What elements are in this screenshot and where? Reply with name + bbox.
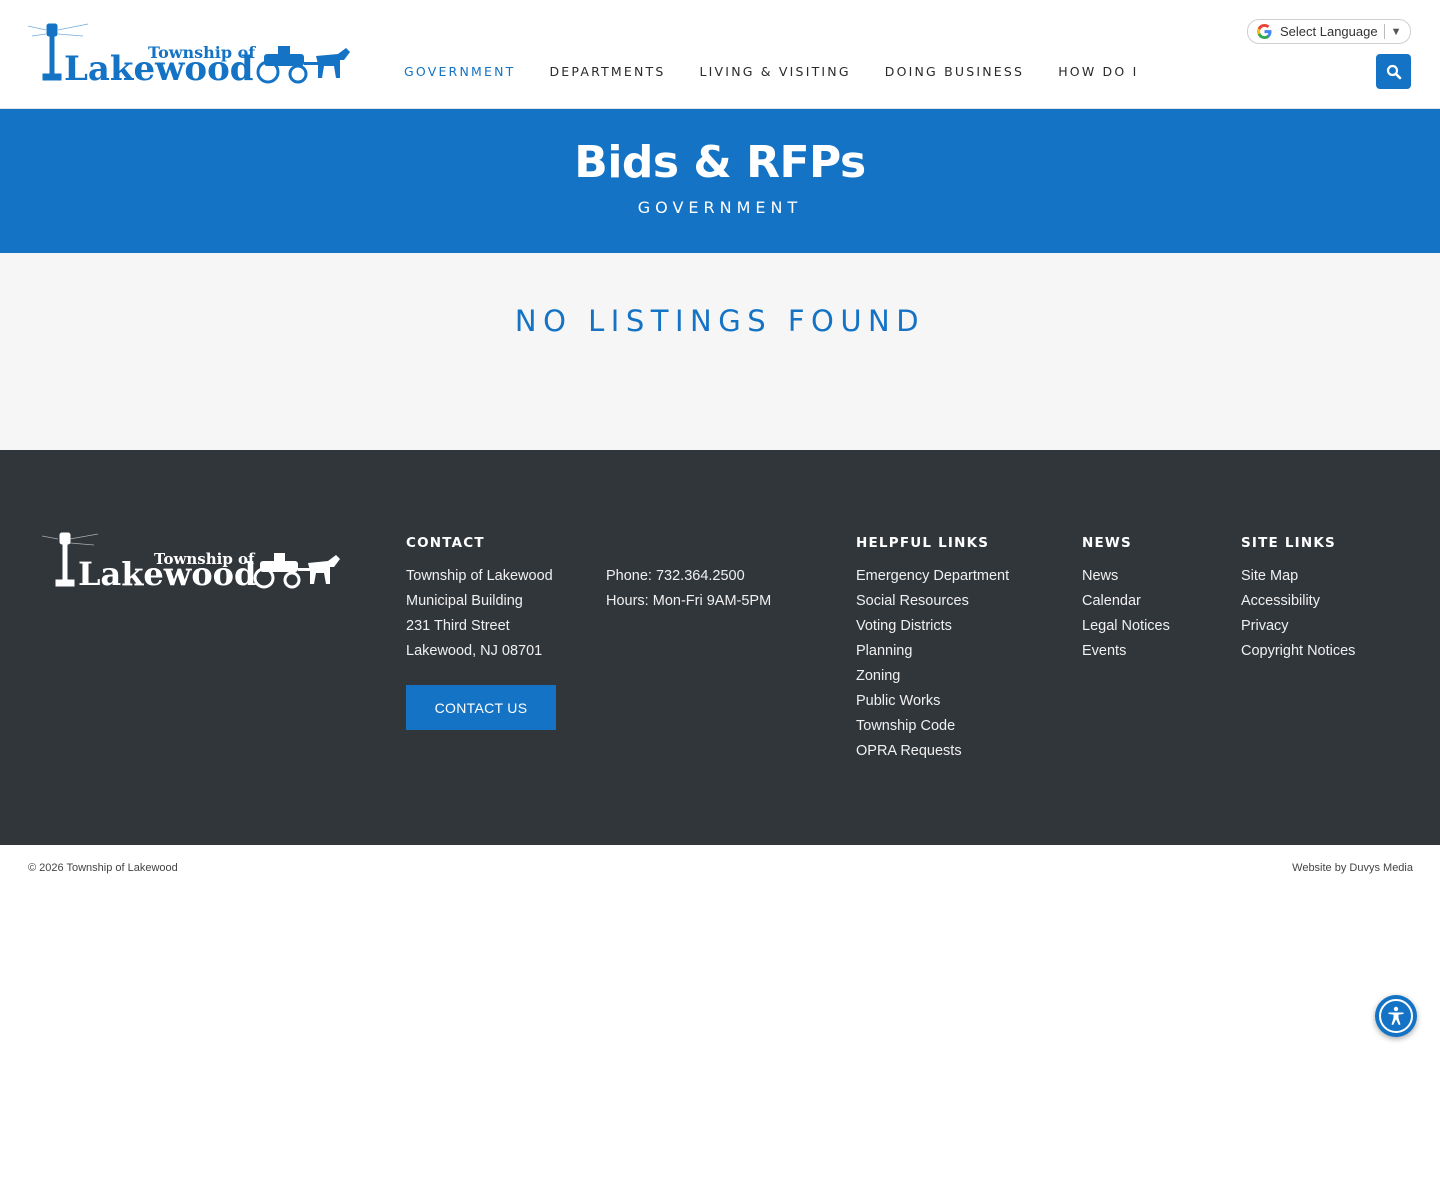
accessibility-ring xyxy=(1379,999,1413,1033)
footer-link-social-resources[interactable]: Social Resources xyxy=(856,589,1009,614)
footer-news-links: News Calendar Legal Notices Events xyxy=(1082,564,1170,664)
accessibility-button[interactable] xyxy=(1375,995,1417,1037)
footer-helpful-links-heading: HELPFUL LINKS xyxy=(856,535,990,551)
listings-area: NO LISTINGS FOUND xyxy=(0,253,1440,450)
phone-number[interactable]: Phone: 732.364.2500 xyxy=(606,564,771,589)
language-selector[interactable]: Select Language ▼ xyxy=(1247,19,1411,44)
main-nav: GOVERNMENT DEPARTMENTS LIVING & VISITING… xyxy=(404,64,1172,79)
site-logo[interactable]: Township of Lakewood xyxy=(28,18,350,86)
footer-link-planning[interactable]: Planning xyxy=(856,639,1009,664)
footer-helpful-links: Emergency Department Social Resources Vo… xyxy=(856,564,1009,764)
language-label: Select Language xyxy=(1280,24,1378,39)
bottom-bar: © 2026 Township of Lakewood Website by D… xyxy=(0,845,1440,895)
footer-link-privacy[interactable]: Privacy xyxy=(1241,614,1355,639)
footer-link-accessibility[interactable]: Accessibility xyxy=(1241,589,1355,614)
footer-site-links-heading: SITE LINKS xyxy=(1241,535,1336,551)
footer-link-events[interactable]: Events xyxy=(1082,639,1170,664)
dropdown-arrow-icon: ▼ xyxy=(1390,25,1402,38)
contact-us-button[interactable]: CONTACT US xyxy=(406,685,556,730)
page-section-label: GOVERNMENT xyxy=(637,198,803,217)
footer-link-copyright-notices[interactable]: Copyright Notices xyxy=(1241,639,1355,664)
search-button[interactable] xyxy=(1376,54,1411,89)
footer-contact-heading: CONTACT xyxy=(406,535,485,551)
copyright-text: © 2026 Township of Lakewood xyxy=(28,862,178,874)
address-line: 231 Third Street xyxy=(406,618,510,634)
nav-how-do-i[interactable]: HOW DO I xyxy=(1058,64,1138,79)
footer-link-township-code[interactable]: Township Code xyxy=(856,714,1009,739)
footer-link-calendar[interactable]: Calendar xyxy=(1082,589,1170,614)
footer-link-zoning[interactable]: Zoning xyxy=(856,664,1009,689)
address-line: Lakewood, NJ 08701 xyxy=(406,643,543,659)
site-header: Township of Lakewood GOVERNMENT DEPARTME… xyxy=(0,0,1440,109)
site-credit-link[interactable]: Website by Duvys Media xyxy=(1292,862,1413,874)
divider xyxy=(1383,24,1385,39)
page-title: Bids & RFPs xyxy=(574,137,866,188)
footer-phone-hours: Phone: 732.364.2500 Hours: Mon-Fri 9AM-5… xyxy=(606,564,771,614)
address-line: Municipal Building xyxy=(406,593,523,609)
footer-link-public-works[interactable]: Public Works xyxy=(856,689,1009,714)
logo-line2: Lakewood xyxy=(64,49,254,86)
footer-link-news[interactable]: News xyxy=(1082,564,1170,589)
footer-link-legal-notices[interactable]: Legal Notices xyxy=(1082,614,1170,639)
nav-living-visiting[interactable]: LIVING & VISITING xyxy=(700,64,851,79)
site-footer: Township of Lakewood CONTACT Township of… xyxy=(0,450,1440,845)
footer-site-links: Site Map Accessibility Privacy Copyright… xyxy=(1241,564,1355,664)
footer-logo[interactable]: Township of Lakewood xyxy=(41,530,342,593)
footer-logo-line2: Lakewood xyxy=(78,555,256,590)
office-hours: Hours: Mon-Fri 9AM-5PM xyxy=(606,593,772,609)
accessibility-person-icon xyxy=(1388,1006,1404,1025)
footer-link-opra-requests[interactable]: OPRA Requests xyxy=(856,739,1009,764)
footer-address: Township of Lakewood Municipal Building … xyxy=(406,564,553,664)
empty-listings-message: NO LISTINGS FOUND xyxy=(514,304,926,338)
footer-link-site-map[interactable]: Site Map xyxy=(1241,564,1355,589)
page-hero: Bids & RFPs GOVERNMENT xyxy=(0,109,1440,253)
footer-link-emergency-department[interactable]: Emergency Department xyxy=(856,564,1009,589)
nav-departments[interactable]: DEPARTMENTS xyxy=(549,64,665,79)
footer-link-voting-districts[interactable]: Voting Districts xyxy=(856,614,1009,639)
nav-doing-business[interactable]: DOING BUSINESS xyxy=(885,64,1024,79)
footer-news-heading: NEWS xyxy=(1082,535,1132,551)
address-line: Township of Lakewood xyxy=(406,568,553,584)
google-g-icon xyxy=(1256,23,1273,40)
nav-government[interactable]: GOVERNMENT xyxy=(404,64,515,79)
search-icon xyxy=(1386,64,1401,79)
